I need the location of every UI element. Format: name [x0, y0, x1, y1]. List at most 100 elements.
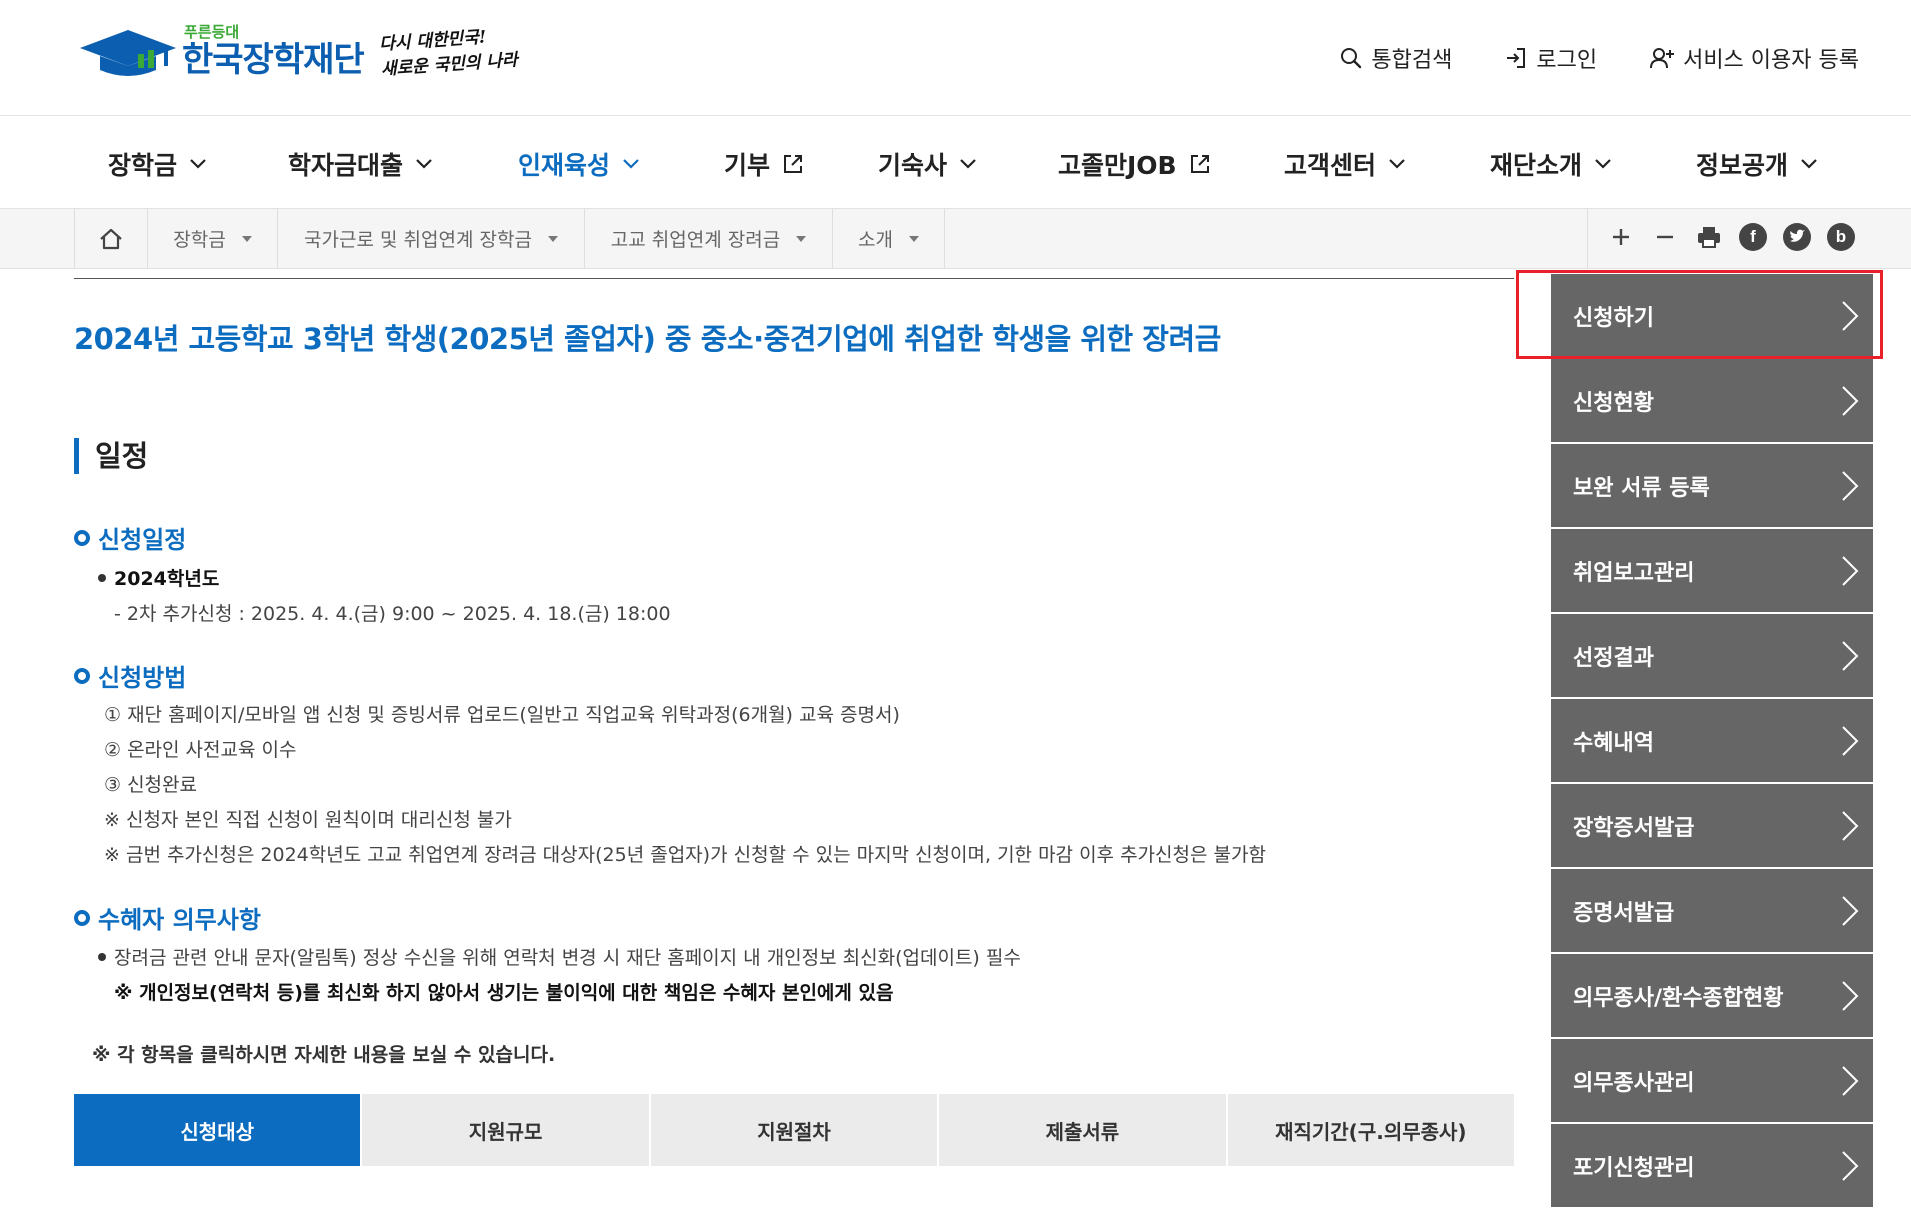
nav-label: 고졸만JOB [1058, 151, 1177, 180]
nav-item-scholarship[interactable]: 장학금 [108, 146, 207, 182]
add-user-icon [1650, 48, 1675, 69]
register-link[interactable]: 서비스 이용자 등록 [1649, 42, 1859, 74]
breadcrumb-label: 장학금 [173, 229, 226, 251]
duty-item: 장려금 관련 안내 문자(알림톡) 정상 수신을 위해 연락처 변경 시 재단 … [98, 943, 1021, 970]
twitter-icon [1783, 223, 1811, 251]
breadcrumb-label: 국가근로 및 취업연계 장학금 [304, 229, 532, 251]
side-item-label: 장학증서발급 [1573, 815, 1695, 841]
page-tools: f b [1587, 209, 1855, 268]
bullet-dot-icon [98, 573, 106, 582]
nav-label: 고객센터 [1284, 151, 1377, 180]
tab-employment-period[interactable]: 재직기간(구.의무종사) [1227, 1094, 1515, 1166]
side-item-label: 증명서발급 [1573, 900, 1675, 926]
side-item-duty-overview[interactable]: 의무종사/환수종합현황 [1551, 954, 1873, 1037]
nav-label: 정보공개 [1696, 151, 1789, 180]
bullet-dot-icon [98, 952, 106, 961]
side-item-supplement[interactable]: 보완 서류 등록 [1551, 444, 1873, 527]
side-item-status[interactable]: 신청현황 [1551, 359, 1873, 442]
breadcrumb-item[interactable]: 장학금 [148, 209, 278, 268]
site-logo[interactable]: 푸른등대 한국장학재단 [78, 23, 365, 80]
side-item-label: 신청하기 [1573, 305, 1654, 331]
utility-nav: 통합검색 로그인 서비스 이용자 등록 [1339, 42, 1859, 74]
chevron-right-icon [1842, 1150, 1859, 1181]
chevron-right-icon [1842, 300, 1859, 331]
nav-item-job[interactable]: 고졸만JOB [1058, 146, 1211, 182]
side-item-apply[interactable]: 신청하기 [1551, 274, 1873, 357]
method-step: ② 온라인 사전교육 이수 [104, 739, 297, 761]
blog-icon: b [1827, 223, 1855, 251]
nav-label: 재단소개 [1490, 151, 1583, 180]
schedule-year: 2024학년도 [98, 564, 219, 591]
chevron-right-icon [1842, 470, 1859, 501]
chevron-down-icon [623, 159, 639, 169]
side-item-selection-result[interactable]: 선정결과 [1551, 614, 1873, 697]
side-item-label: 신청현황 [1573, 390, 1654, 416]
method-note: ※ 신청자 본인 직접 신청이 원칙이며 대리신청 불가 [104, 809, 512, 831]
login-label: 로그인 [1536, 48, 1598, 73]
side-item-certificate-issue[interactable]: 장학증서발급 [1551, 784, 1873, 867]
logo-subtitle: 푸른등대 [184, 23, 240, 41]
twitter-share-button[interactable] [1783, 223, 1811, 251]
tab-support-scale[interactable]: 지원규모 [362, 1094, 649, 1166]
side-item-proof-issue[interactable]: 증명서발급 [1551, 869, 1873, 952]
chevron-down-icon [1801, 159, 1817, 169]
side-item-label: 의무종사관리 [1573, 1070, 1695, 1096]
nav-item-dormitory[interactable]: 기숙사 [878, 146, 977, 182]
schedule-detail: - 2차 추가신청 : 2025. 4. 4.(금) 9:00 ~ 2025. … [114, 603, 671, 625]
zoom-in-button[interactable] [1607, 223, 1635, 251]
side-item-employment-report[interactable]: 취업보고관리 [1551, 529, 1873, 612]
print-icon [1698, 227, 1720, 248]
bullet-ring-icon [74, 529, 90, 546]
breadcrumb-item[interactable]: 소개 [833, 209, 945, 268]
login-link[interactable]: 로그인 [1504, 42, 1597, 74]
print-button[interactable] [1695, 223, 1723, 251]
side-item-benefit-history[interactable]: 수혜내역 [1551, 699, 1873, 782]
search-link[interactable]: 통합검색 [1339, 42, 1452, 74]
site-header: 푸른등대 한국장학재단 다시 대한민국! 새로운 국민의 나라 통합검색 로그인… [0, 0, 1911, 116]
breadcrumb-item[interactable]: 고교 취업연계 장려금 [585, 209, 833, 268]
nav-item-student-loan[interactable]: 학자금대출 [288, 146, 433, 182]
method-step: ③ 신청완료 [104, 774, 197, 796]
breadcrumb-label: 소개 [858, 229, 893, 251]
apply-schedule-label: 신청일정 [98, 526, 187, 554]
nav-item-about[interactable]: 재단소개 [1490, 146, 1612, 182]
home-icon [100, 228, 122, 249]
facebook-share-button[interactable]: f [1739, 223, 1767, 251]
chevron-right-icon [1842, 1065, 1859, 1096]
home-button[interactable] [74, 209, 148, 268]
side-item-label: 보완 서류 등록 [1573, 475, 1710, 501]
tab-support-procedure[interactable]: 지원절차 [650, 1094, 938, 1166]
bullet-ring-icon [74, 909, 90, 926]
nav-item-customer-center[interactable]: 고객센터 [1284, 146, 1406, 182]
blog-share-button[interactable]: b [1827, 223, 1855, 251]
page-title: 2024년 고등학교 3학년 학생(2025년 졸업자) 중 중소·중견기업에 … [74, 322, 1221, 356]
tab-documents[interactable]: 제출서류 [939, 1094, 1226, 1166]
chevron-right-icon [1842, 385, 1859, 416]
facebook-icon: f [1739, 223, 1767, 251]
chevron-right-icon [1842, 980, 1859, 1011]
chevron-right-icon [1842, 895, 1859, 926]
tab-target[interactable]: 신청대상 [74, 1094, 361, 1166]
duty-label: 수혜자 의무사항 [98, 906, 261, 934]
nav-item-talent[interactable]: 인재육성 [518, 146, 640, 182]
caret-down-icon [908, 235, 919, 242]
nav-item-disclosure[interactable]: 정보공개 [1696, 146, 1818, 182]
chevron-down-icon [416, 159, 432, 169]
zoom-out-button[interactable] [1651, 223, 1679, 251]
caret-down-icon [241, 235, 252, 242]
side-item-cancel-request[interactable]: 포기신청관리 [1551, 1124, 1873, 1207]
external-link-icon [1190, 155, 1209, 173]
chevron-down-icon [960, 159, 976, 169]
content-divider [74, 278, 1514, 279]
nav-label: 학자금대출 [288, 151, 404, 180]
nav-item-donation[interactable]: 기부 [724, 146, 804, 182]
search-icon [1341, 48, 1362, 69]
breadcrumb: 장학금 국가근로 및 취업연계 장학금 고교 취업연계 장려금 소개 f b [0, 209, 1911, 269]
nav-label: 기숙사 [878, 151, 948, 180]
breadcrumb-item[interactable]: 국가근로 및 취업연계 장학금 [278, 209, 585, 268]
bullet-ring-icon [74, 667, 90, 684]
chevron-down-icon [1595, 159, 1611, 169]
side-item-label: 의무종사/환수종합현황 [1573, 985, 1784, 1011]
side-item-duty-management[interactable]: 의무종사관리 [1551, 1039, 1873, 1122]
nav-label: 기부 [724, 151, 771, 180]
